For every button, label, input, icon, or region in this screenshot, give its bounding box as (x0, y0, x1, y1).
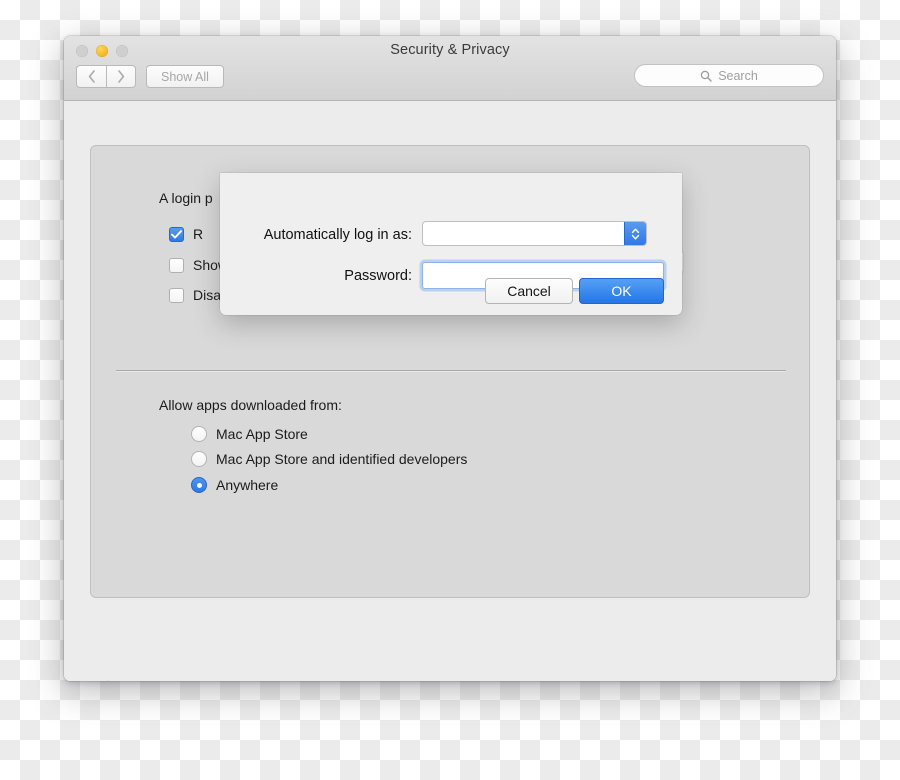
navigation-segmented-control (76, 65, 136, 88)
chevron-left-icon (88, 70, 95, 83)
radio-row-anywhere[interactable]: Anywhere (191, 477, 278, 493)
cancel-button[interactable]: Cancel (485, 278, 573, 304)
password-label: Password: (344, 268, 412, 284)
autologin-selected-value (423, 222, 624, 245)
show-all-button[interactable]: Show All (146, 65, 224, 88)
lock-control-group[interactable]: Click the lock to prevent further change… (92, 679, 381, 681)
radio-label-identified-developers: Mac App Store and identified developers (216, 451, 468, 467)
search-field[interactable]: Search (634, 64, 824, 87)
ok-button[interactable]: OK (579, 278, 664, 304)
forward-button[interactable] (106, 65, 136, 88)
radio-dot-icon (196, 482, 202, 488)
radio-row-identified-developers[interactable]: Mac App Store and identified developers (191, 451, 467, 467)
window-title: Security & Privacy (390, 42, 510, 58)
radio-label-mac-app-store: Mac App Store (216, 426, 308, 442)
preferences-body: A login p R Show a message when the scre… (64, 101, 836, 681)
radio-mac-app-store[interactable] (191, 426, 207, 442)
radio-row-mac-app-store[interactable]: Mac App Store (191, 426, 308, 442)
search-placeholder: Search (718, 68, 758, 83)
show-lock-message-checkbox[interactable] (169, 257, 184, 273)
back-button[interactable] (76, 65, 106, 88)
window-titlebar: Security & Privacy Show All Search (64, 36, 836, 101)
require-password-checkbox[interactable] (169, 226, 184, 242)
login-password-heading: A login p (159, 190, 213, 206)
radio-label-anywhere: Anywhere (216, 477, 279, 493)
chevron-up-down-icon[interactable] (624, 222, 646, 245)
search-icon (700, 70, 712, 82)
chevron-right-icon (118, 70, 125, 83)
section-divider (116, 370, 786, 371)
autologin-popup-button[interactable] (422, 221, 647, 246)
disable-automatic-login-checkbox[interactable] (169, 287, 184, 303)
require-password-label: R (193, 226, 204, 242)
allow-apps-heading: Allow apps downloaded from: (159, 397, 342, 413)
require-password-checkbox-row[interactable]: R (169, 226, 203, 242)
autologin-label: Automatically log in as: (263, 227, 412, 243)
automatic-login-sheet: Automatically log in as: Password: Cance… (220, 173, 682, 315)
security-privacy-window: Security & Privacy Show All Search A log… (64, 36, 836, 681)
radio-identified-developers[interactable] (191, 451, 207, 467)
unlocked-padlock-icon[interactable] (92, 679, 122, 681)
checkmark-icon (171, 229, 182, 239)
radio-anywhere[interactable] (191, 477, 207, 493)
